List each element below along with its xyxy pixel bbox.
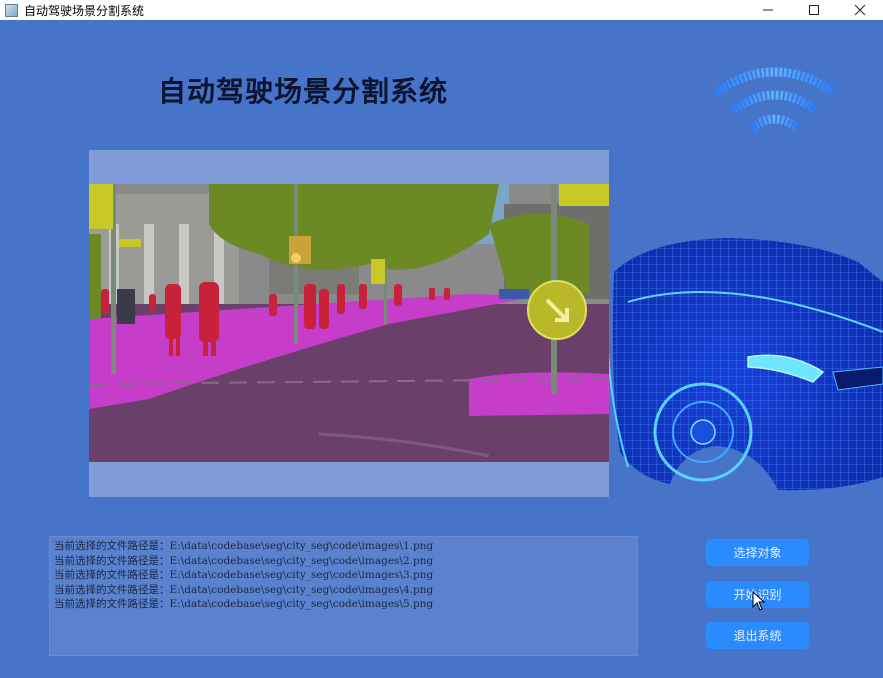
log-line: 当前选择的文件路径是：E:\data\codebase\seg\city_seg… — [54, 583, 434, 596]
main-area: 自动驾驶场景分割系统 当前选择的文件路径是：E:\data\codebase\s… — [0, 20, 883, 678]
close-icon — [854, 4, 866, 16]
window-title: 自动驾驶场景分割系统 — [24, 3, 145, 18]
maximize-icon — [809, 5, 819, 15]
log-line: 当前选择的文件路径是：E:\data\codebase\seg\city_seg… — [54, 598, 434, 611]
log-line: 当前选择的文件路径是：E:\data\codebase\seg\city_seg… — [54, 540, 434, 552]
log-line: 当前选择的文件路径是：E:\data\codebase\seg\city_seg… — [54, 554, 434, 567]
image-display-panel — [89, 150, 609, 497]
minimize-button[interactable] — [745, 0, 791, 20]
title-bar: 自动驾驶场景分割系统 — [0, 0, 883, 20]
segmentation-result-image — [89, 184, 609, 462]
file-path-log: 当前选择的文件路径是：E:\data\codebase\seg\city_seg… — [49, 536, 638, 656]
car-wireframe-image — [608, 238, 883, 491]
log-line: 当前选择的文件路径是：E:\data\codebase\seg\city_seg… — [54, 569, 434, 582]
maximize-button[interactable] — [791, 0, 837, 20]
wifi-icon — [713, 67, 837, 132]
minimize-icon — [763, 9, 773, 11]
window-controls — [745, 0, 883, 20]
app-icon — [5, 3, 18, 17]
close-button[interactable] — [837, 0, 883, 20]
page-title: 自动驾驶场景分割系统 — [158, 75, 449, 108]
cursor-icon — [752, 591, 766, 611]
select-object-button[interactable]: 选择对象 — [706, 539, 809, 566]
exit-system-button[interactable]: 退出系统 — [706, 622, 809, 649]
